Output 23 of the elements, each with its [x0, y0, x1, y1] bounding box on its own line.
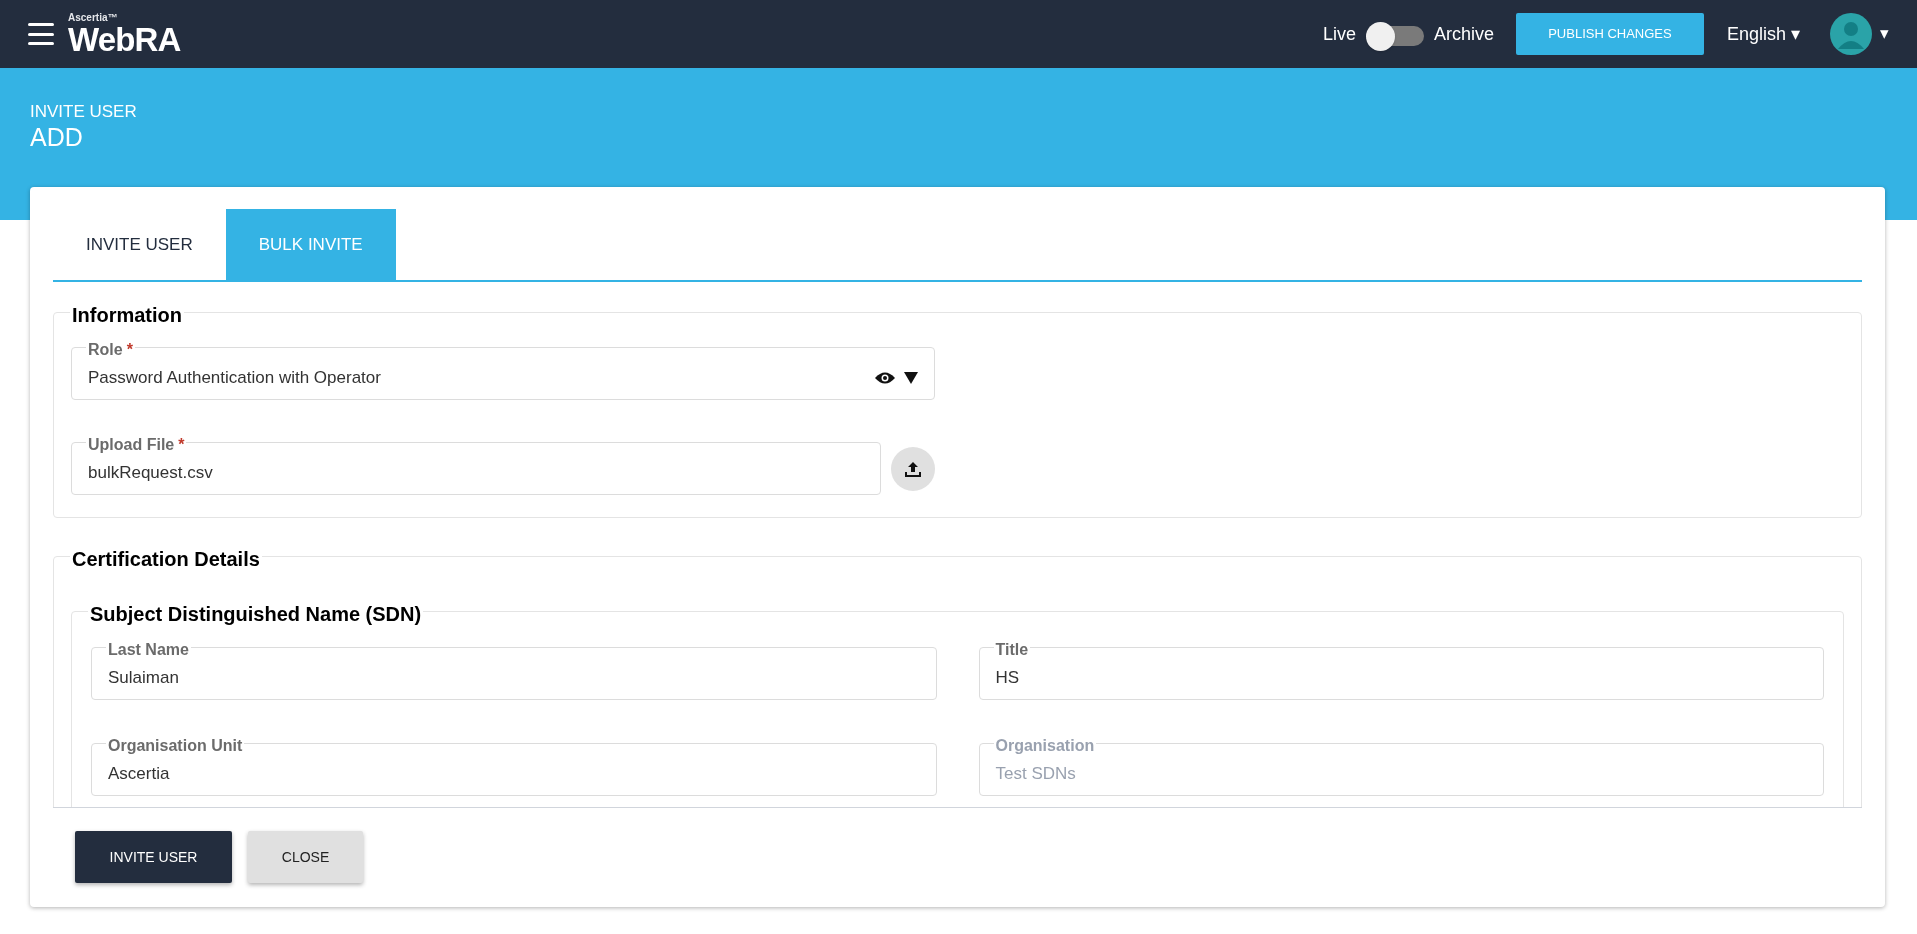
- upload-icon: [904, 459, 922, 478]
- page-title: ADD: [30, 122, 84, 154]
- field-value: HS: [995, 666, 1021, 689]
- live-label: Live: [1322, 22, 1356, 46]
- field-value: Ascertia: [108, 762, 171, 785]
- caret-icon[interactable]: [904, 371, 918, 384]
- field-value: bulkRequest.csv: [88, 461, 214, 484]
- field-value: Sulaiman: [108, 666, 180, 689]
- field-value: Password Authentication with Operator: [88, 366, 382, 389]
- tab[interactable]: INVITE USER: [53, 209, 226, 280]
- eye-icon[interactable]: [874, 370, 896, 385]
- language-dropdown[interactable]: English ▾: [1726, 20, 1800, 48]
- breadcrumb: INVITE USER: [30, 101, 138, 123]
- avatar-icon: [1830, 13, 1872, 55]
- close-button[interactable]: CLOSE: [248, 831, 363, 883]
- brand-logo: WebRA: [68, 22, 181, 56]
- upload-button[interactable]: [891, 446, 935, 491]
- user-menu[interactable]: ▾: [1830, 13, 1889, 55]
- archive-label: Archive: [1433, 22, 1494, 46]
- brand-tagline: Ascertia™: [68, 12, 119, 23]
- invite-user-button[interactable]: INVITE USER: [75, 831, 232, 883]
- menu-icon[interactable]: [28, 23, 54, 45]
- field-value: Test SDNs: [995, 762, 1077, 785]
